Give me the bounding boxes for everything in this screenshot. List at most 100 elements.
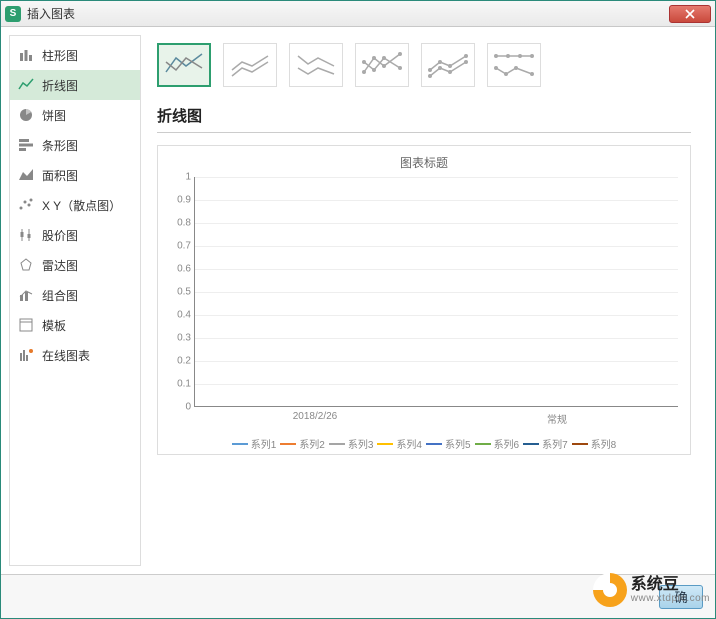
hbar-icon bbox=[18, 137, 34, 153]
subtype-stacked-line[interactable] bbox=[223, 43, 277, 87]
app-icon: S bbox=[5, 6, 21, 22]
sidebar-item-combo[interactable]: 组合图 bbox=[10, 280, 140, 310]
scatter-icon bbox=[18, 197, 34, 213]
stock-icon bbox=[18, 227, 34, 243]
y-tick-label: 0.5 bbox=[169, 287, 191, 298]
dialog-body: 柱形图 折线图 饼图 条形图 面积图 bbox=[1, 27, 715, 618]
legend-label: 系列4 bbox=[396, 436, 422, 451]
sidebar-item-line[interactable]: 折线图 bbox=[10, 70, 140, 100]
chart-title: 图表标题 bbox=[170, 154, 678, 171]
legend-swatch bbox=[329, 443, 345, 445]
legend-swatch bbox=[475, 443, 491, 445]
sidebar-item-label: 在线图表 bbox=[42, 347, 90, 364]
legend-item: 系列1 bbox=[232, 436, 277, 451]
gridline bbox=[195, 269, 678, 270]
subtype-row bbox=[157, 43, 691, 87]
legend-swatch bbox=[426, 443, 442, 445]
y-tick-label: 1 bbox=[169, 172, 191, 183]
legend-item: 系列3 bbox=[329, 436, 374, 451]
legend-label: 系列3 bbox=[348, 436, 374, 451]
subtype-percent-markers[interactable] bbox=[487, 43, 541, 87]
titlebar: S 插入图表 bbox=[1, 1, 715, 27]
sidebar-item-label: 组合图 bbox=[42, 287, 78, 304]
legend-label: 系列8 bbox=[591, 436, 617, 451]
subtype-percent-line[interactable] bbox=[289, 43, 343, 87]
sidebar-item-label: 饼图 bbox=[42, 107, 66, 124]
line-icon bbox=[18, 77, 34, 93]
sidebar-item-label: 柱形图 bbox=[42, 47, 78, 64]
legend-swatch bbox=[523, 443, 539, 445]
legend-item: 系列6 bbox=[475, 436, 520, 451]
line-marker-thumb-icon bbox=[426, 48, 470, 82]
plot-area: 00.10.20.30.40.50.60.70.80.91 bbox=[194, 177, 678, 407]
gridline bbox=[195, 315, 678, 316]
area-icon bbox=[18, 167, 34, 183]
sidebar-item-area[interactable]: 面积图 bbox=[10, 160, 140, 190]
ok-button[interactable]: 确 bbox=[659, 585, 703, 609]
section-title: 折线图 bbox=[157, 105, 691, 133]
gridline bbox=[195, 223, 678, 224]
combo-icon bbox=[18, 287, 34, 303]
sidebar-item-bar[interactable]: 条形图 bbox=[10, 130, 140, 160]
line-marker-thumb-icon bbox=[360, 48, 404, 82]
legend-item: 系列7 bbox=[523, 436, 568, 451]
legend-label: 系列2 bbox=[299, 436, 325, 451]
sidebar-item-label: 模板 bbox=[42, 317, 66, 334]
main-panel: 折线图 图表标题 00.10.20.30.40.50.60.70.80.91 2… bbox=[141, 35, 707, 566]
legend-label: 系列5 bbox=[445, 436, 471, 451]
y-tick-label: 0.2 bbox=[169, 356, 191, 367]
gridline bbox=[195, 338, 678, 339]
y-tick-label: 0 bbox=[169, 402, 191, 413]
pie-icon bbox=[18, 107, 34, 123]
legend-label: 系列7 bbox=[542, 436, 568, 451]
y-tick-label: 0.6 bbox=[169, 264, 191, 275]
y-tick-label: 0.3 bbox=[169, 333, 191, 344]
line-marker-thumb-icon bbox=[492, 48, 536, 82]
subtype-stacked-markers[interactable] bbox=[421, 43, 475, 87]
chart-preview[interactable]: 图表标题 00.10.20.30.40.50.60.70.80.91 2018/… bbox=[157, 145, 691, 455]
sidebar-item-label: 折线图 bbox=[42, 77, 78, 94]
gridline bbox=[195, 246, 678, 247]
legend-swatch bbox=[572, 443, 588, 445]
legend-label: 系列6 bbox=[494, 436, 520, 451]
gridline bbox=[195, 292, 678, 293]
sidebar-item-scatter[interactable]: X Y（散点图） bbox=[10, 190, 140, 220]
legend-item: 系列8 bbox=[572, 436, 617, 451]
sidebar-item-radar[interactable]: 雷达图 bbox=[10, 250, 140, 280]
sidebar-item-column[interactable]: 柱形图 bbox=[10, 40, 140, 70]
sidebar-item-stock[interactable]: 股价图 bbox=[10, 220, 140, 250]
subtype-basic-line[interactable] bbox=[157, 43, 211, 87]
content-area: 柱形图 折线图 饼图 条形图 面积图 bbox=[1, 27, 715, 574]
legend-item: 系列2 bbox=[280, 436, 325, 451]
sidebar-item-label: 股价图 bbox=[42, 227, 78, 244]
line-thumb-icon bbox=[162, 48, 206, 82]
subtype-line-markers[interactable] bbox=[355, 43, 409, 87]
online-icon bbox=[18, 347, 34, 363]
close-icon bbox=[685, 9, 695, 19]
gridline bbox=[195, 384, 678, 385]
gridline bbox=[195, 361, 678, 362]
x-tick-label: 常规 bbox=[436, 411, 678, 426]
legend-label: 系列1 bbox=[251, 436, 277, 451]
sidebar-item-online[interactable]: 在线图表 bbox=[10, 340, 140, 370]
sidebar-item-pie[interactable]: 饼图 bbox=[10, 100, 140, 130]
x-axis-labels: 2018/2/26常规 bbox=[194, 411, 678, 426]
x-tick-label: 2018/2/26 bbox=[194, 411, 436, 426]
sidebar-item-label: X Y（散点图） bbox=[42, 197, 121, 214]
sidebar-item-label: 面积图 bbox=[42, 167, 78, 184]
window-title: 插入图表 bbox=[27, 5, 669, 22]
template-icon bbox=[18, 317, 34, 333]
sidebar-item-template[interactable]: 模板 bbox=[10, 310, 140, 340]
insert-chart-dialog: S 插入图表 柱形图 折线图 饼图 bbox=[0, 0, 716, 619]
line-thumb-icon bbox=[228, 48, 272, 82]
y-tick-label: 0.7 bbox=[169, 241, 191, 252]
y-tick-label: 0.9 bbox=[169, 195, 191, 206]
chart-legend: 系列1 系列2 系列3 系列4 系列5 系列6 系列7 系列8 bbox=[170, 436, 678, 451]
legend-item: 系列4 bbox=[377, 436, 422, 451]
legend-item: 系列5 bbox=[426, 436, 471, 451]
legend-swatch bbox=[232, 443, 248, 445]
close-button[interactable] bbox=[669, 5, 711, 23]
y-tick-label: 0.4 bbox=[169, 310, 191, 321]
chart-type-sidebar: 柱形图 折线图 饼图 条形图 面积图 bbox=[9, 35, 141, 566]
sidebar-item-label: 雷达图 bbox=[42, 257, 78, 274]
